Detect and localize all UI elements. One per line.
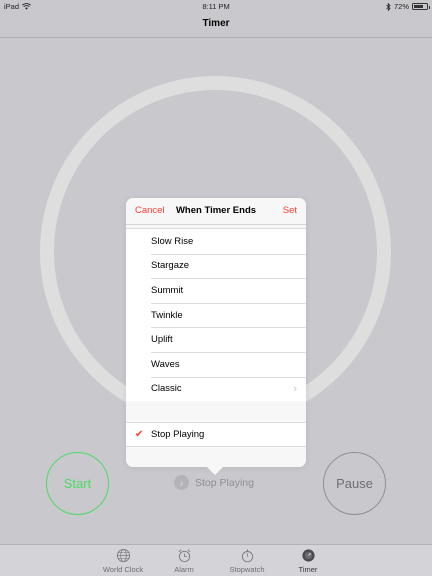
battery-icon xyxy=(412,3,430,10)
timer-icon xyxy=(301,549,315,562)
stop-playing-label: Stop Playing xyxy=(151,429,205,440)
sound-item-waves[interactable]: Waves xyxy=(126,351,306,377)
page-title: Timer xyxy=(202,18,230,29)
start-button[interactable]: Start xyxy=(46,452,109,515)
tab-timer[interactable]: Timer xyxy=(278,548,338,574)
status-time: 8:11 PM xyxy=(202,2,230,11)
list-item-label: Summit xyxy=(151,284,184,296)
music-note-icon: ♪ xyxy=(174,475,189,490)
tab-label: Timer xyxy=(298,565,318,574)
tab-alarm[interactable]: Alarm xyxy=(154,548,214,574)
sound-item-stargaze[interactable]: Stargaze xyxy=(126,253,306,279)
sound-list: Slow Rise Stargaze Summit Twinkle Uplift… xyxy=(126,228,306,402)
tab-label: Stopwatch xyxy=(229,565,265,574)
battery-fill xyxy=(414,5,423,8)
tab-label: Alarm xyxy=(174,565,194,574)
list-item-label: Waves xyxy=(151,358,180,370)
selected-sound-label: Stop Playing xyxy=(195,476,254,489)
list-item-label: Classic xyxy=(151,383,182,395)
popover-header: Cancel When Timer Ends Set xyxy=(126,198,306,225)
list-item-label: Slow Rise xyxy=(151,235,194,247)
popover-arrow xyxy=(206,466,224,475)
chevron-right-icon: › xyxy=(293,382,297,395)
when-timer-ends-popover: Cancel When Timer Ends Set Slow Rise Sta… xyxy=(126,198,306,467)
sound-item-twinkle[interactable]: Twinkle xyxy=(126,302,306,328)
sound-item-classic[interactable]: Classic › xyxy=(126,376,306,402)
status-bar: iPad 8:11 PM 72% xyxy=(0,0,432,13)
tab-bar: World Clock Alarm Stopwatch Timer xyxy=(0,544,432,576)
sound-item-slow-rise[interactable]: Slow Rise xyxy=(126,229,306,254)
globe-icon xyxy=(116,548,130,563)
alarm-clock-icon xyxy=(178,549,190,563)
pause-button[interactable]: Pause xyxy=(323,452,386,515)
list-item-label: Stargaze xyxy=(151,260,190,272)
when-timer-ends-selector[interactable]: ♪ Stop Playing xyxy=(174,475,254,490)
tab-world-clock[interactable]: World Clock xyxy=(93,548,153,574)
popover-title: When Timer Ends xyxy=(175,205,257,216)
list-item-label: Twinkle xyxy=(151,309,183,321)
sound-item-summit[interactable]: Summit xyxy=(126,278,306,303)
status-right: 72% xyxy=(386,2,430,11)
tab-label: World Clock xyxy=(102,565,144,574)
battery-percent: 72% xyxy=(393,2,409,11)
list-item-label: Uplift xyxy=(151,334,173,346)
stop-playing-option[interactable]: ✔ Stop Playing xyxy=(126,422,306,447)
bluetooth-icon xyxy=(386,2,391,11)
tab-stopwatch[interactable]: Stopwatch xyxy=(217,548,277,574)
sound-item-uplift[interactable]: Uplift xyxy=(126,327,306,352)
checkmark-icon: ✔ xyxy=(135,429,144,440)
navigation-bar: Timer xyxy=(0,13,432,38)
stopwatch-icon xyxy=(241,549,253,563)
set-button[interactable]: Set xyxy=(283,205,297,216)
